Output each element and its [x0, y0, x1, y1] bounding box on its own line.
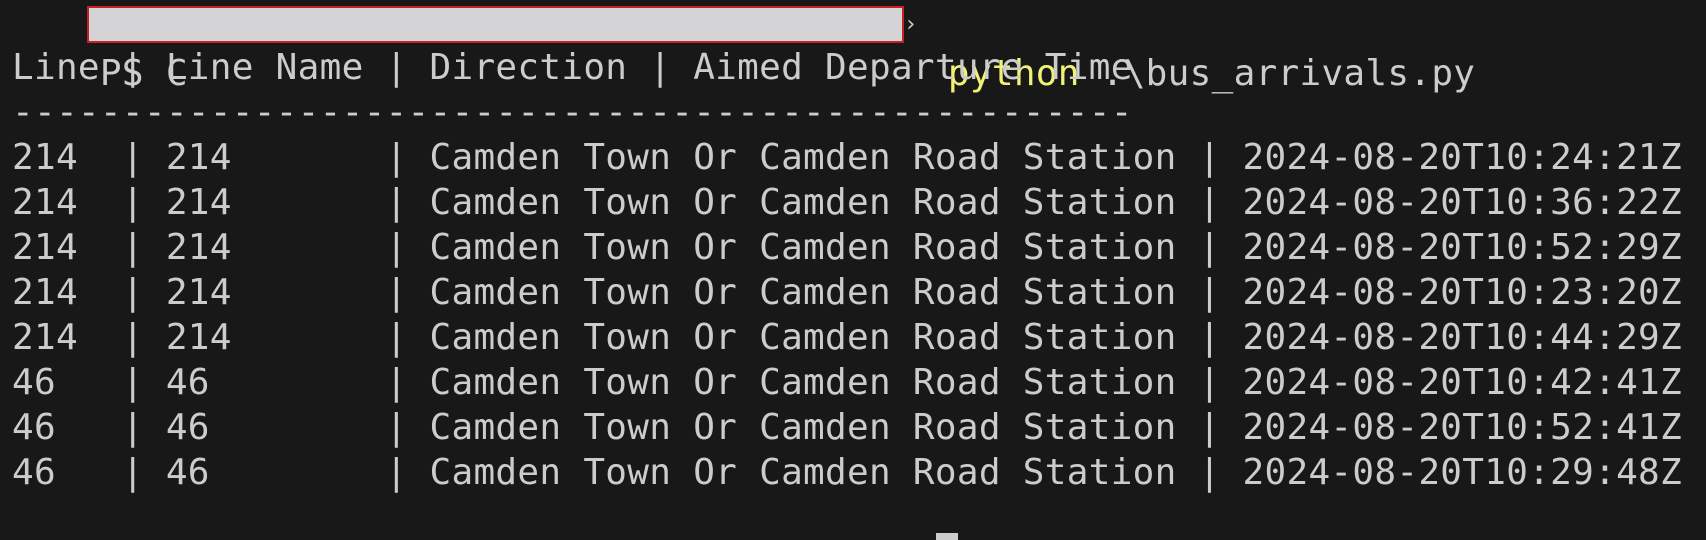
- terminal-window[interactable]: PS C › python .\bus_arrivals.py Line | L…: [0, 0, 1706, 540]
- table-row: 46 | 46 | Camden Town Or Camden Road Sta…: [12, 452, 1683, 493]
- table-separator: ----------------------------------------…: [12, 92, 1133, 133]
- table-row: 46 | 46 | Camden Town Or Camden Road Sta…: [12, 407, 1683, 448]
- command-argument: .\bus_arrivals.py: [1079, 53, 1476, 94]
- table-row: 214 | 214 | Camden Town Or Camden Road S…: [12, 317, 1683, 358]
- table-row: 214 | 214 | Camden Town Or Camden Road S…: [12, 182, 1683, 223]
- redacted-path: [87, 6, 904, 43]
- table-header: Line | Line Name | Direction | Aimed Dep…: [12, 47, 1133, 88]
- table-row: 214 | 214 | Camden Town Or Camden Road S…: [12, 137, 1683, 178]
- terminal-cursor: [936, 533, 958, 540]
- table-row: 214 | 214 | Camden Town Or Camden Road S…: [12, 272, 1683, 313]
- command-line: python .\bus_arrivals.py: [860, 0, 1475, 94]
- table-row: 46 | 46 | Camden Town Or Camden Road Sta…: [12, 362, 1683, 403]
- table-row: 214 | 214 | Camden Town Or Camden Road S…: [12, 227, 1683, 268]
